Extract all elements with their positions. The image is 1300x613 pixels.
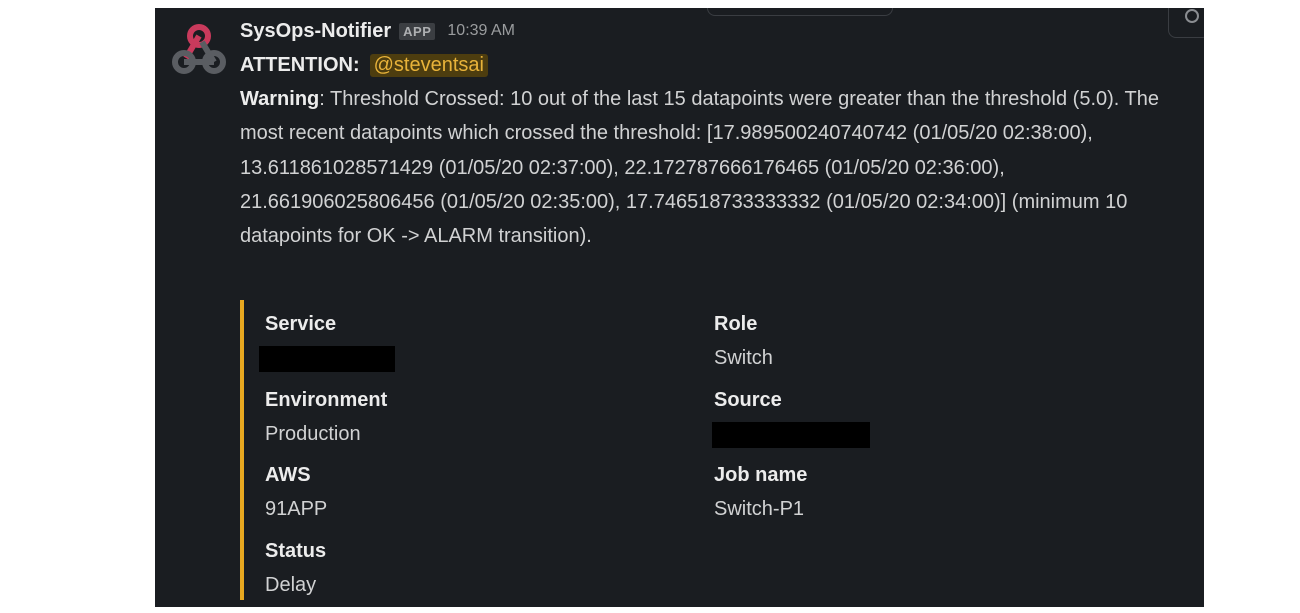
user-mention[interactable]: @steventsai [369, 53, 488, 77]
field-role: Role Switch [714, 307, 1134, 375]
field-aws: AWS 91APP [265, 458, 685, 526]
attention-line: ATTENTION: @steventsai [240, 48, 1190, 82]
field-title: Source [714, 389, 782, 411]
message-body: Warning: Threshold Crossed: 10 out of th… [240, 82, 1190, 253]
message-text: : Threshold Crossed: 10 out of the last … [240, 88, 1160, 248]
field-title: AWS [265, 464, 311, 486]
field-title: Role [714, 313, 758, 335]
field-value: Switch [714, 347, 773, 369]
app-badge: APP [399, 22, 436, 40]
field-source: Source [712, 383, 1134, 451]
field-title: Service [265, 313, 337, 335]
field-job-name: Job name Switch-P1 [714, 458, 1134, 526]
field-status: Status Delay [265, 534, 685, 602]
message-header: SysOps-Notifier APP 10:39 AM [240, 14, 1190, 48]
field-title: Status [265, 540, 327, 562]
sender-name[interactable]: SysOps-Notifier [240, 20, 391, 43]
redacted-block [712, 421, 870, 448]
field-title: Job name [714, 464, 808, 486]
message-content: SysOps-Notifier APP 10:39 AM ATTENTION: … [240, 14, 1190, 253]
field-title: Environment [265, 389, 388, 411]
message-panel: SysOps-Notifier APP 10:39 AM ATTENTION: … [155, 8, 1204, 607]
warning-label: Warning [240, 88, 320, 110]
field-value: Production [265, 423, 361, 445]
field-value: Switch-P1 [714, 498, 805, 520]
redacted-block [259, 345, 395, 372]
field-environment: Environment Production [265, 383, 685, 451]
field-value: 91APP [265, 498, 328, 520]
field-value: Delay [265, 574, 317, 596]
attention-label: ATTENTION: [240, 53, 360, 76]
webhook-icon[interactable] [170, 20, 228, 76]
timestamp[interactable]: 10:39 AM [447, 22, 515, 40]
field-value [259, 341, 685, 375]
attachment: Service Role Switch Environment Producti… [240, 300, 1184, 600]
field-value [712, 417, 1134, 451]
field-service: Service [259, 307, 685, 375]
